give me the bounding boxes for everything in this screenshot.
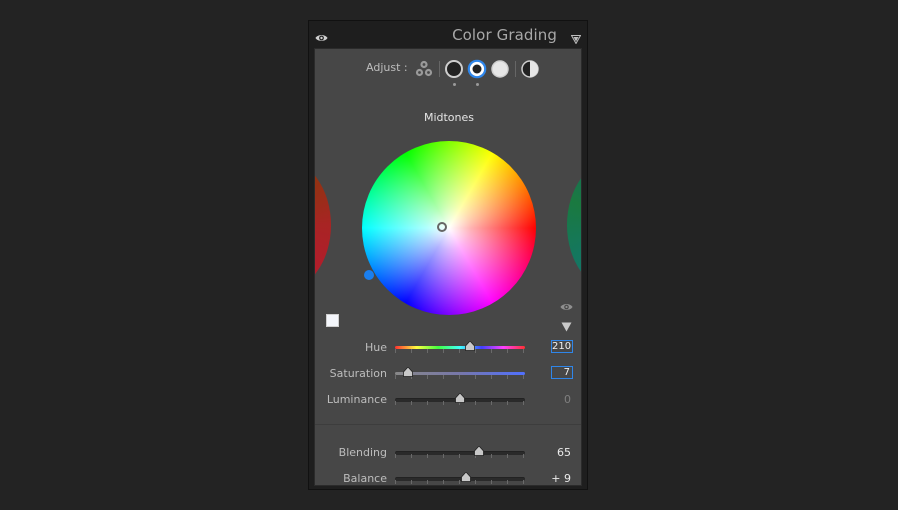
blending-row: Blending 65: [315, 443, 581, 463]
hue-value-field[interactable]: 210: [551, 340, 573, 353]
balance-label: Balance: [343, 472, 387, 485]
slider-ticks: [395, 454, 525, 458]
midtones-indicator-dot: [476, 83, 479, 86]
panel-body: Adjust : Midtones Hue 210 Saturation 7 L…: [314, 48, 582, 486]
luminance-row: Luminance 0: [315, 390, 581, 410]
blending-value[interactable]: 65: [557, 446, 571, 459]
color-grading-panel: Color Grading Adjust : Midtones Hue 210 …: [308, 20, 588, 490]
midtones-circle-icon[interactable]: [467, 59, 487, 83]
saturation-value-field[interactable]: 7: [551, 366, 573, 379]
expand-triangle-icon[interactable]: [561, 317, 572, 336]
panel-header[interactable]: Color Grading: [309, 21, 587, 47]
balance-value[interactable]: + 9: [551, 472, 571, 485]
saturation-label: Saturation: [329, 367, 387, 380]
highlights-circle-icon[interactable]: [490, 59, 510, 83]
eye-icon[interactable]: [315, 28, 328, 47]
separator: [439, 61, 440, 77]
shadows-indicator-dot: [453, 83, 456, 86]
saturation-row: Saturation 7: [315, 364, 581, 384]
shadows-circle-icon[interactable]: [444, 59, 464, 83]
wheel-color-picker-handle[interactable]: [437, 222, 447, 232]
slider-ticks: [395, 480, 525, 484]
panel-title: Color Grading: [452, 26, 557, 44]
hue-row: Hue 210: [315, 338, 581, 358]
shadows-wheel-preview[interactable]: [315, 159, 331, 291]
luminance-label: Luminance: [326, 393, 387, 406]
luminance-value[interactable]: 0: [564, 393, 571, 406]
slider-ticks: [395, 349, 525, 353]
blending-label: Blending: [338, 446, 387, 459]
slider-ticks: [395, 375, 525, 379]
balance-row: Balance + 9: [315, 469, 581, 485]
separator: [515, 61, 516, 77]
adjust-label: Adjust :: [366, 61, 408, 74]
eye-icon[interactable]: [560, 297, 573, 316]
color-swatch[interactable]: [326, 314, 339, 327]
luminance-handle-dot[interactable]: [364, 270, 374, 280]
midtones-color-wheel[interactable]: [362, 141, 536, 315]
hue-label: Hue: [364, 341, 387, 354]
three-way-icon[interactable]: [415, 60, 433, 82]
adjust-row: Adjust :: [315, 59, 581, 86]
global-half-circle-icon[interactable]: [520, 59, 540, 83]
mode-title: Midtones: [423, 111, 475, 124]
collapse-triangle-icon[interactable]: [570, 29, 582, 48]
highlights-wheel-preview[interactable]: [567, 159, 581, 291]
section-divider: [315, 424, 581, 425]
